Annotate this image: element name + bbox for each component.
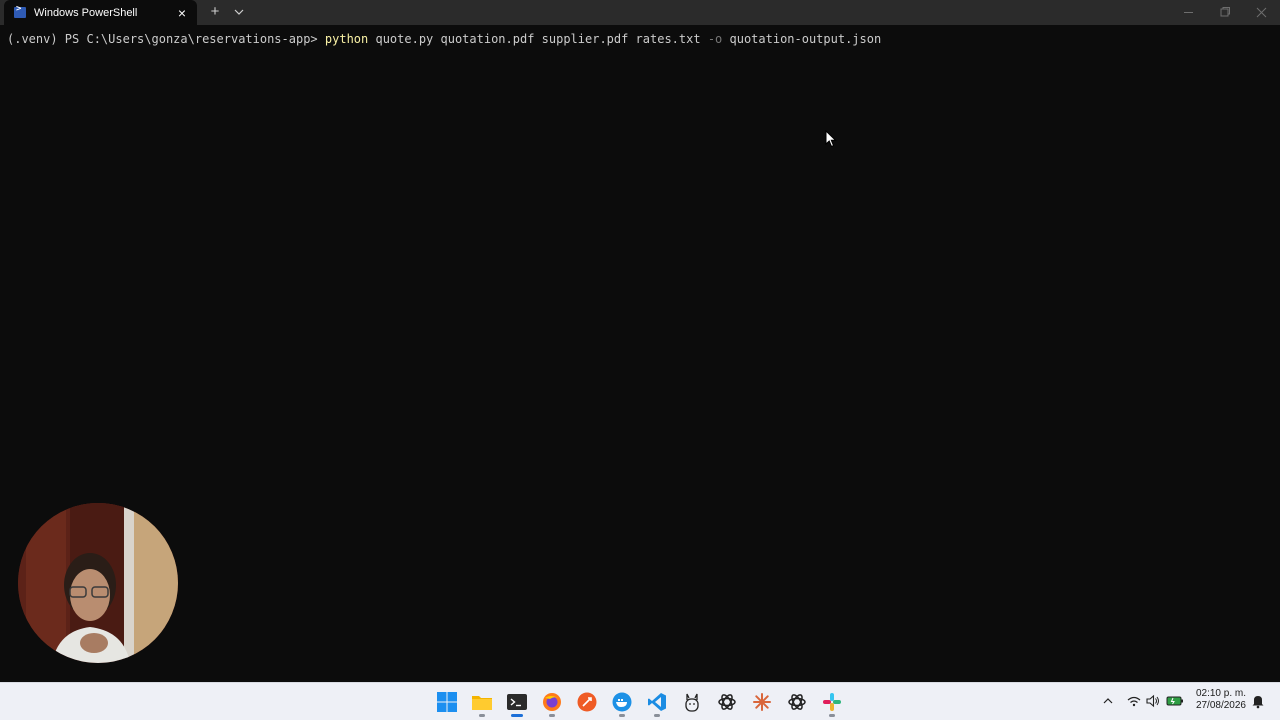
- active-indicator: [511, 714, 523, 717]
- command-line: (.venv) PS C:\Users\gonza\reservations-a…: [7, 32, 881, 46]
- running-indicator: [829, 714, 835, 717]
- volume-icon[interactable]: [1145, 693, 1161, 709]
- restore-button[interactable]: [1206, 0, 1243, 25]
- claude-icon[interactable]: [748, 688, 776, 716]
- taskbar: 02:10 p. m. 27/08/2026: [0, 682, 1280, 720]
- wifi-icon[interactable]: [1126, 693, 1142, 709]
- chatgpt-icon[interactable]: [783, 688, 811, 716]
- command-args-output: quotation-output.json: [722, 32, 882, 46]
- command-flag: -o: [707, 32, 723, 46]
- file-explorer-icon[interactable]: [468, 688, 496, 717]
- terminal-pane[interactable]: (.venv) PS C:\Users\gonza\reservations-a…: [0, 25, 1280, 682]
- mouse-pointer-icon: [825, 129, 837, 148]
- slack-icon[interactable]: [818, 688, 846, 717]
- running-indicator: [479, 714, 485, 717]
- vscode-icon[interactable]: [643, 688, 671, 717]
- ollama-icon[interactable]: [678, 688, 706, 716]
- tab-powershell[interactable]: Windows PowerShell ×: [4, 0, 197, 25]
- firefox-icon[interactable]: [538, 688, 566, 717]
- powershell-icon: [14, 4, 26, 18]
- terminal-icon[interactable]: [503, 688, 531, 717]
- tab-close-icon[interactable]: ×: [173, 4, 191, 22]
- chevron-up-icon[interactable]: [1100, 693, 1116, 709]
- tab-title: Windows PowerShell: [34, 6, 138, 19]
- minimize-button[interactable]: [1170, 0, 1207, 25]
- webcam-overlay: [18, 503, 178, 663]
- clock-date: 27/08/2026: [1195, 700, 1246, 711]
- running-indicator: [549, 714, 555, 717]
- battery-icon[interactable]: [1166, 693, 1183, 709]
- clock[interactable]: 02:10 p. m. 27/08/2026: [1190, 688, 1246, 712]
- new-tab-button[interactable]: +: [206, 3, 224, 21]
- postman-icon[interactable]: [573, 688, 601, 716]
- title-bar: Windows PowerShell × +: [0, 0, 1280, 25]
- running-indicator: [619, 714, 625, 717]
- docker-icon[interactable]: [608, 688, 636, 717]
- command-name: python: [324, 32, 369, 46]
- chatgpt-icon[interactable]: [713, 688, 741, 716]
- windows-start-icon[interactable]: [433, 688, 461, 716]
- clock-time: 02:10 p. m.: [1195, 688, 1246, 699]
- prompt-text: (.venv) PS C:\Users\gonza\reservations-a…: [7, 32, 325, 46]
- chevron-down-icon[interactable]: [231, 4, 247, 20]
- close-window-button[interactable]: [1243, 0, 1280, 25]
- notification-bell-icon[interactable]: [1251, 693, 1267, 709]
- running-indicator: [654, 714, 660, 717]
- command-args: quote.py quotation.pdf supplier.pdf rate…: [368, 32, 708, 46]
